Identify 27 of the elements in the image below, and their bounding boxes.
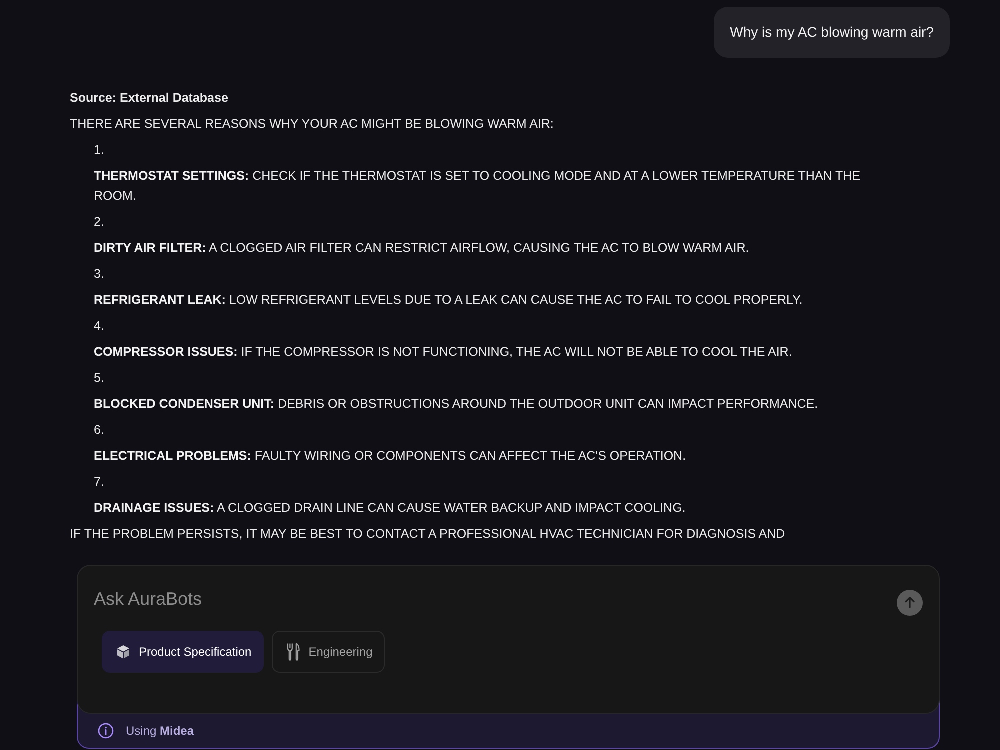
user-message-bubble: Why is my AC blowing warm air? [714,7,950,58]
list-item-text: COMPRESSOR ISSUES: IF THE COMPRESSOR IS NOT FUNCTIONING, THE AC WILL NOT BE ABLE TO COOL THE AIR. [94,344,794,361]
source-label: Source: External Database [70,90,230,107]
list-number: 6. [94,422,106,439]
list-number: 3. [94,266,106,283]
answer-intro-text: THERE ARE SEVERAL REASONS WHY YOUR AC MIGHT BE BLOWING WARM AIR: [70,116,555,133]
answer-closing-text: IF THE PROBLEM PERSISTS, IT MAY BE BEST TO CONTACT A PROFESSIONAL HVAC TECHNICIAN FOR DIAGNOSIS AND [70,526,786,543]
list-item-text: THERMOSTAT SETTINGS: CHECK IF THE THERMOSTAT IS SET TO COOLING MODE AND AT A LOWER TEMPERATURE THAN THE ROOM. [94,168,862,205]
mode-chip[interactable]: Product Specification [102,631,264,673]
list-number: 2. [94,214,106,231]
fork-knife-icon [286,643,300,661]
list-item-text: DRAINAGE ISSUES: A CLOGGED DRAIN LINE CAN CAUSE WATER BACKUP AND IMPACT COOLING. [94,500,687,517]
send-button[interactable] [897,590,923,616]
list-item-text: BLOCKED CONDENSER UNIT: DEBRIS OR OBSTRUCTIONS AROUND THE OUTDOOR UNIT CAN IMPACT PERFORMANCE. [94,396,820,413]
message-input[interactable]: Ask AuraBots [94,582,885,617]
cube-icon [117,645,130,659]
context-text: Using Midea [126,724,194,738]
list-item-text: REFRIGERANT LEAK: LOW REFRIGERANT LEVELS DUE TO A LEAK CAN CAUSE THE AC TO FAIL TO COOL PROPERLY. [94,292,804,309]
arrow-up-icon [905,597,915,608]
info-icon [98,723,114,739]
mode-chip[interactable]: Engineering [272,631,385,673]
list-item-text: DIRTY AIR FILTER: A CLOGGED AIR FILTER CAN RESTRICT AIRFLOW, CAUSING THE AC TO BLOW WARM AIR. [94,240,750,257]
list-number: 1. [94,142,106,159]
list-number: 4. [94,318,106,335]
list-number: 5. [94,370,106,387]
list-item-text: ELECTRICAL PROBLEMS: FAULTY WIRING OR COMPONENTS CAN AFFECT THE AC'S OPERATION. [94,448,688,465]
list-number: 7. [94,474,106,491]
